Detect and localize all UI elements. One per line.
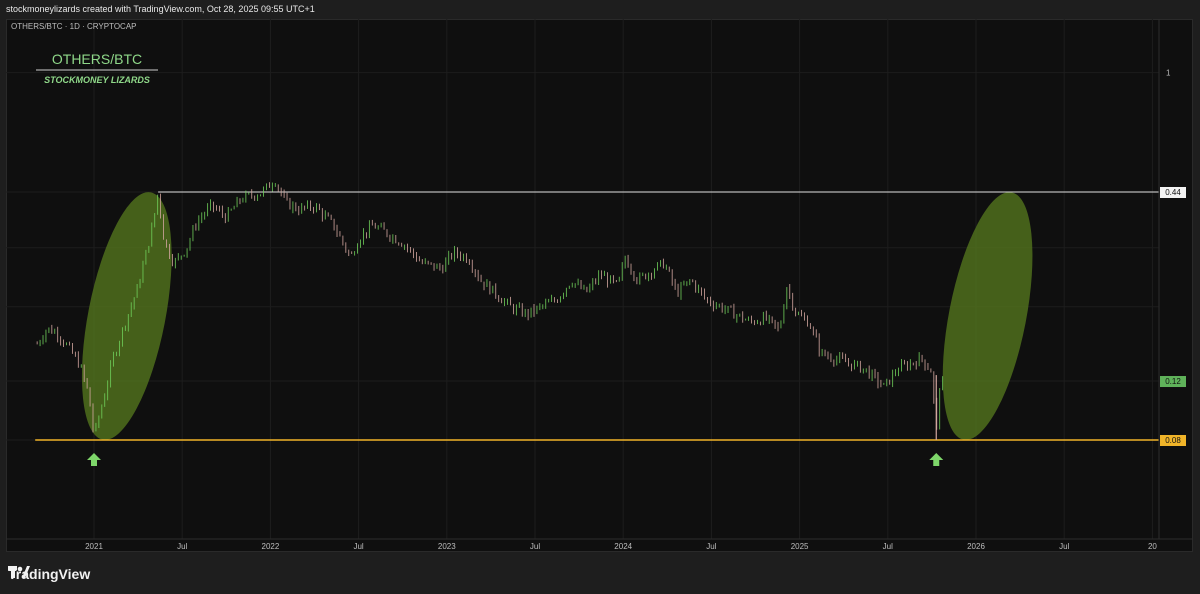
x-tick-label: 2022 [262, 542, 280, 551]
ellipse-rally-2021 [81, 192, 172, 440]
x-tick-label: Jul [1059, 542, 1069, 551]
x-tick-label: 2021 [85, 542, 103, 551]
x-tick-label: Jul [177, 542, 187, 551]
watermark-title: OTHERS/BTC [52, 51, 142, 67]
symbol-line: OTHERS/BTC · 1D · CRYPTOCAP [11, 22, 137, 31]
watermark: OTHERS/BTC · 1D · CRYPTOCAP OTHERS/BTC S… [11, 22, 158, 85]
x-tick-label: Jul [883, 542, 893, 551]
tradingview-logo[interactable]: TradingView [8, 566, 90, 582]
x-tick-label: 2026 [967, 542, 985, 551]
price-series [36, 182, 944, 440]
x-tick-label: 2023 [438, 542, 456, 551]
ellipse-projected-rally [942, 192, 1033, 440]
last-price-label: 0.12 [1165, 377, 1181, 386]
y-tick-label: 1 [1166, 69, 1171, 78]
up-arrow-bottom-2025 [929, 453, 944, 466]
up-arrow-bottom-2021 [87, 453, 101, 466]
resistance-price-label: 0.44 [1165, 188, 1181, 197]
x-tick-label: Jul [530, 542, 540, 551]
x-tick-label: 20 [1148, 542, 1157, 551]
x-axis: 2021 Jul 2022 Jul 2023 Jul 2024 Jul 2025 Jul 2026 J… [6, 538, 1193, 551]
arrow-layer [87, 453, 944, 466]
tradingview-logo-icon [8, 566, 30, 578]
x-tick-label: 2024 [614, 542, 632, 551]
price-chart[interactable]: 0.44 0.08 0.12 2021 Jul 2022 Jul 2023 Jul 2024 Ju… [0, 0, 1200, 552]
y-axis: 1 [1158, 19, 1171, 539]
support-price-label: 0.08 [1165, 436, 1181, 445]
footer-bar: TradingView [0, 552, 1200, 594]
x-tick-label: Jul [353, 542, 363, 551]
ellipse-layer [81, 192, 1033, 440]
x-tick-label: Jul [706, 542, 716, 551]
watermark-subtitle: STOCKMONEY LIZARDS [44, 75, 150, 85]
x-tick-label: 2025 [791, 542, 809, 551]
